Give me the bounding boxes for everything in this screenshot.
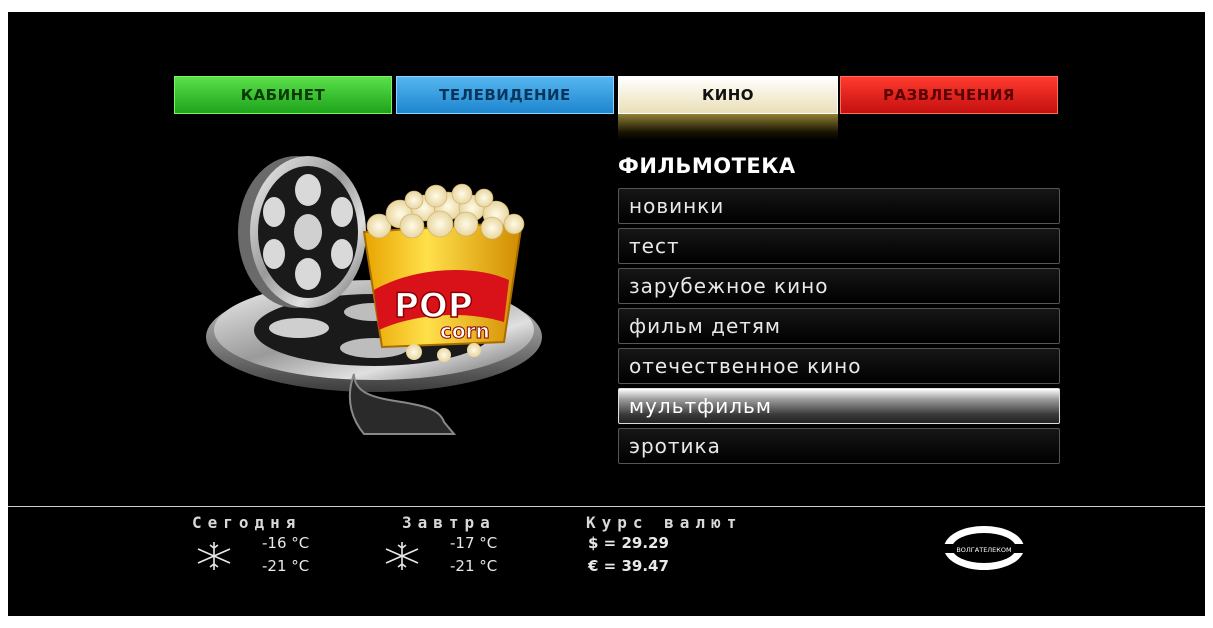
provider-logo-text: ВОЛГАТЕЛЕКОМ: [956, 546, 1011, 554]
popcorn-text-bottom: corn: [440, 319, 490, 343]
tv-portal-screen: КАБИНЕТ ТЕЛЕВИДЕНИЕ КИНО РАЗВЛЕЧЕНИЯ POP…: [8, 12, 1205, 616]
tab-entertainment[interactable]: РАЗВЛЕЧЕНИЯ: [840, 76, 1058, 114]
snowflake-icon: [197, 542, 231, 570]
tab-television-label: ТЕЛЕВИДЕНИЕ: [439, 86, 571, 104]
weather-today-high: -16 °C: [262, 534, 310, 552]
weather-today-low: -21 °C: [262, 557, 310, 575]
currency-eur: € = 39.47: [588, 557, 669, 575]
menu-item-domestic-films[interactable]: отечественное кино: [618, 348, 1060, 384]
footer-divider: [8, 506, 1205, 507]
menu-item-foreign-films[interactable]: зарубежное кино: [618, 268, 1060, 304]
weather-today-label: Сегодня: [192, 513, 302, 532]
tab-cabinet-label: КАБИНЕТ: [240, 86, 326, 104]
currency-usd: $ = 29.29: [588, 534, 669, 552]
menu-item-new[interactable]: новинки: [618, 188, 1060, 224]
menu-item-test[interactable]: тест: [618, 228, 1060, 264]
tab-cabinet[interactable]: КАБИНЕТ: [174, 76, 392, 114]
menu-item-kids-films[interactable]: фильм детям: [618, 308, 1060, 344]
menu-item-erotica[interactable]: эротика: [618, 428, 1060, 464]
tab-entertainment-label: РАЗВЛЕЧЕНИЯ: [883, 86, 1015, 104]
weather-tomorrow-low: -21 °C: [450, 557, 498, 575]
provider-logo: ВОЛГАТЕЛЕКОМ: [942, 526, 1026, 570]
section-title: ФИЛЬМОТЕКА: [618, 154, 796, 178]
tab-cinema-label: КИНО: [701, 86, 755, 104]
snowflake-icon: [385, 542, 419, 570]
weather-tomorrow-high: -17 °C: [450, 534, 498, 552]
tab-television[interactable]: ТЕЛЕВИДЕНИЕ: [396, 76, 614, 114]
film-library-menu: новинки тест зарубежное кино фильм детям…: [618, 188, 1060, 468]
weather-tomorrow-label: Завтра: [402, 513, 496, 532]
tab-cinema[interactable]: КИНО: [618, 76, 838, 114]
film-reel-popcorn-illustration: POP corn: [206, 156, 542, 435]
active-tab-glow: [618, 114, 838, 140]
currency-label: Курс валют: [586, 513, 743, 532]
menu-item-cartoons[interactable]: мультфильм: [618, 388, 1060, 424]
